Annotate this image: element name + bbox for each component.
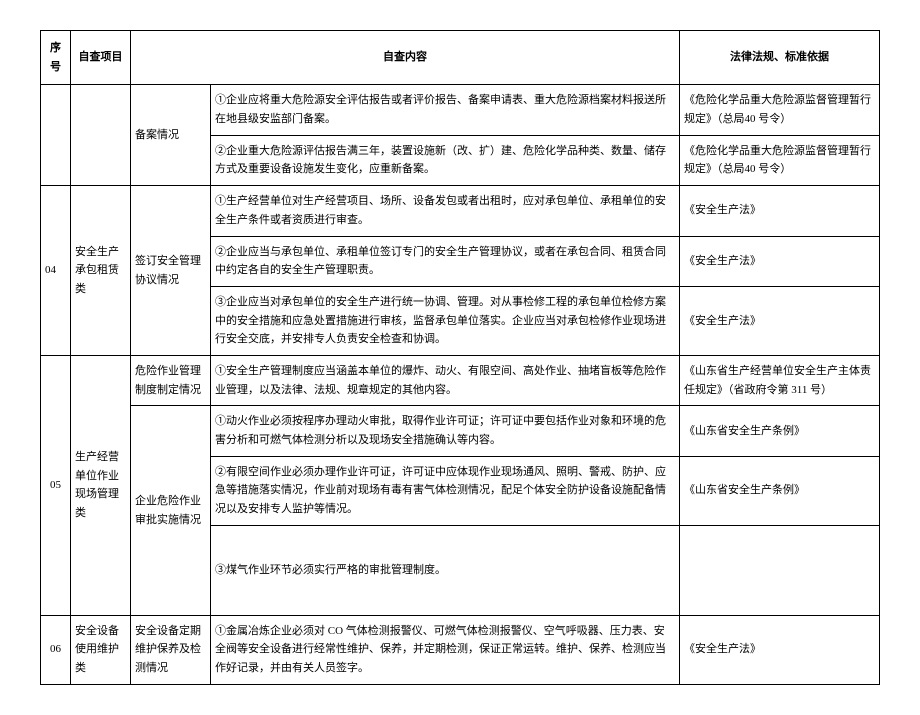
cell-basis: 《山东省安全生产条例》 bbox=[680, 406, 880, 456]
cell-content: ①生产经营单位对生产经营项目、场所、设备发包或者出租时，应对承包单位、承租单位的… bbox=[211, 186, 680, 236]
cell-content: ①金属冶炼企业必须对 CO 气体检测报警仪、可燃气体检测报警仪、空气呼吸器、压力… bbox=[211, 615, 680, 684]
cell-content: ②企业重大危险源评估报告满三年，装置设施新（改、扩）建、危险化学品种类、数量、储… bbox=[211, 135, 680, 185]
cell-sub: 企业危险作业审批实施情况 bbox=[131, 406, 211, 615]
cell-seq bbox=[41, 85, 71, 186]
table-row: 05 生产经营单位作业现场管理类 危险作业管理制度制定情况 ①安全生产管理制度应… bbox=[41, 355, 880, 405]
cell-sub: 签订安全管理协议情况 bbox=[131, 186, 211, 356]
cell-basis: 《安全生产法》 bbox=[680, 615, 880, 684]
cell-seq: 04 bbox=[41, 186, 71, 356]
cell-content: ①安全生产管理制度应当涵盖本单位的爆炸、动火、有限空间、高处作业、抽堵盲板等危险… bbox=[211, 355, 680, 405]
cell-seq: 05 bbox=[41, 355, 71, 615]
inspection-table: 序号 自查项目 自查内容 法律法规、标准依据 备案情况 ①企业应将重大危险源安全… bbox=[40, 30, 880, 685]
cell-basis: 《安全生产法》 bbox=[680, 286, 880, 355]
cell-basis bbox=[680, 525, 880, 615]
table-row: 企业危险作业审批实施情况 ①动火作业必须按程序办理动火审批，取得作业许可证；许可… bbox=[41, 406, 880, 456]
cell-basis: 《安全生产法》 bbox=[680, 186, 880, 236]
header-content: 自查内容 bbox=[131, 31, 680, 85]
cell-seq: 06 bbox=[41, 615, 71, 684]
cell-project: 安全生产承包租赁类 bbox=[71, 186, 131, 356]
cell-basis: 《安全生产法》 bbox=[680, 236, 880, 286]
table-row: 备案情况 ①企业应将重大危险源安全评估报告或者评价报告、备案申请表、重大危险源档… bbox=[41, 85, 880, 135]
cell-content: ③企业应当对承包单位的安全生产进行统一协调、管理。对从事检修工程的承包单位检修方… bbox=[211, 286, 680, 355]
cell-sub: 备案情况 bbox=[131, 85, 211, 186]
cell-basis: 《山东省生产经营单位安全生产主体责任规定》（省政府令第 311 号） bbox=[680, 355, 880, 405]
cell-sub: 危险作业管理制度制定情况 bbox=[131, 355, 211, 405]
table-row: 06 安全设备使用维护类 安全设备定期维护保养及检测情况 ①金属冶炼企业必须对 … bbox=[41, 615, 880, 684]
cell-basis: 《危险化学品重大危险源监督管理暂行规定》（总局40 号令） bbox=[680, 85, 880, 135]
table-row: 04 安全生产承包租赁类 签订安全管理协议情况 ①生产经营单位对生产经营项目、场… bbox=[41, 186, 880, 236]
cell-project: 生产经营单位作业现场管理类 bbox=[71, 355, 131, 615]
cell-sub: 安全设备定期维护保养及检测情况 bbox=[131, 615, 211, 684]
cell-content: ①动火作业必须按程序办理动火审批，取得作业许可证；许可证中要包括作业对象和环境的… bbox=[211, 406, 680, 456]
header-row: 序号 自查项目 自查内容 法律法规、标准依据 bbox=[41, 31, 880, 85]
cell-content: ①企业应将重大危险源安全评估报告或者评价报告、备案申请表、重大危险源档案材料报送… bbox=[211, 85, 680, 135]
header-project: 自查项目 bbox=[71, 31, 131, 85]
cell-project: 安全设备使用维护类 bbox=[71, 615, 131, 684]
header-basis: 法律法规、标准依据 bbox=[680, 31, 880, 85]
cell-project bbox=[71, 85, 131, 186]
cell-basis: 《危险化学品重大危险源监督管理暂行规定》（总局40 号令） bbox=[680, 135, 880, 185]
cell-content: ②有限空间作业必须办理作业许可证，许可证中应体现作业现场通风、照明、警戒、防护、… bbox=[211, 456, 680, 525]
cell-content: ②企业应当与承包单位、承租单位签订专门的安全生产管理协议，或者在承包合同、租赁合… bbox=[211, 236, 680, 286]
header-seq: 序号 bbox=[41, 31, 71, 85]
cell-content: ③煤气作业环节必须实行严格的审批管理制度。 bbox=[211, 525, 680, 615]
cell-basis: 《山东省安全生产条例》 bbox=[680, 456, 880, 525]
